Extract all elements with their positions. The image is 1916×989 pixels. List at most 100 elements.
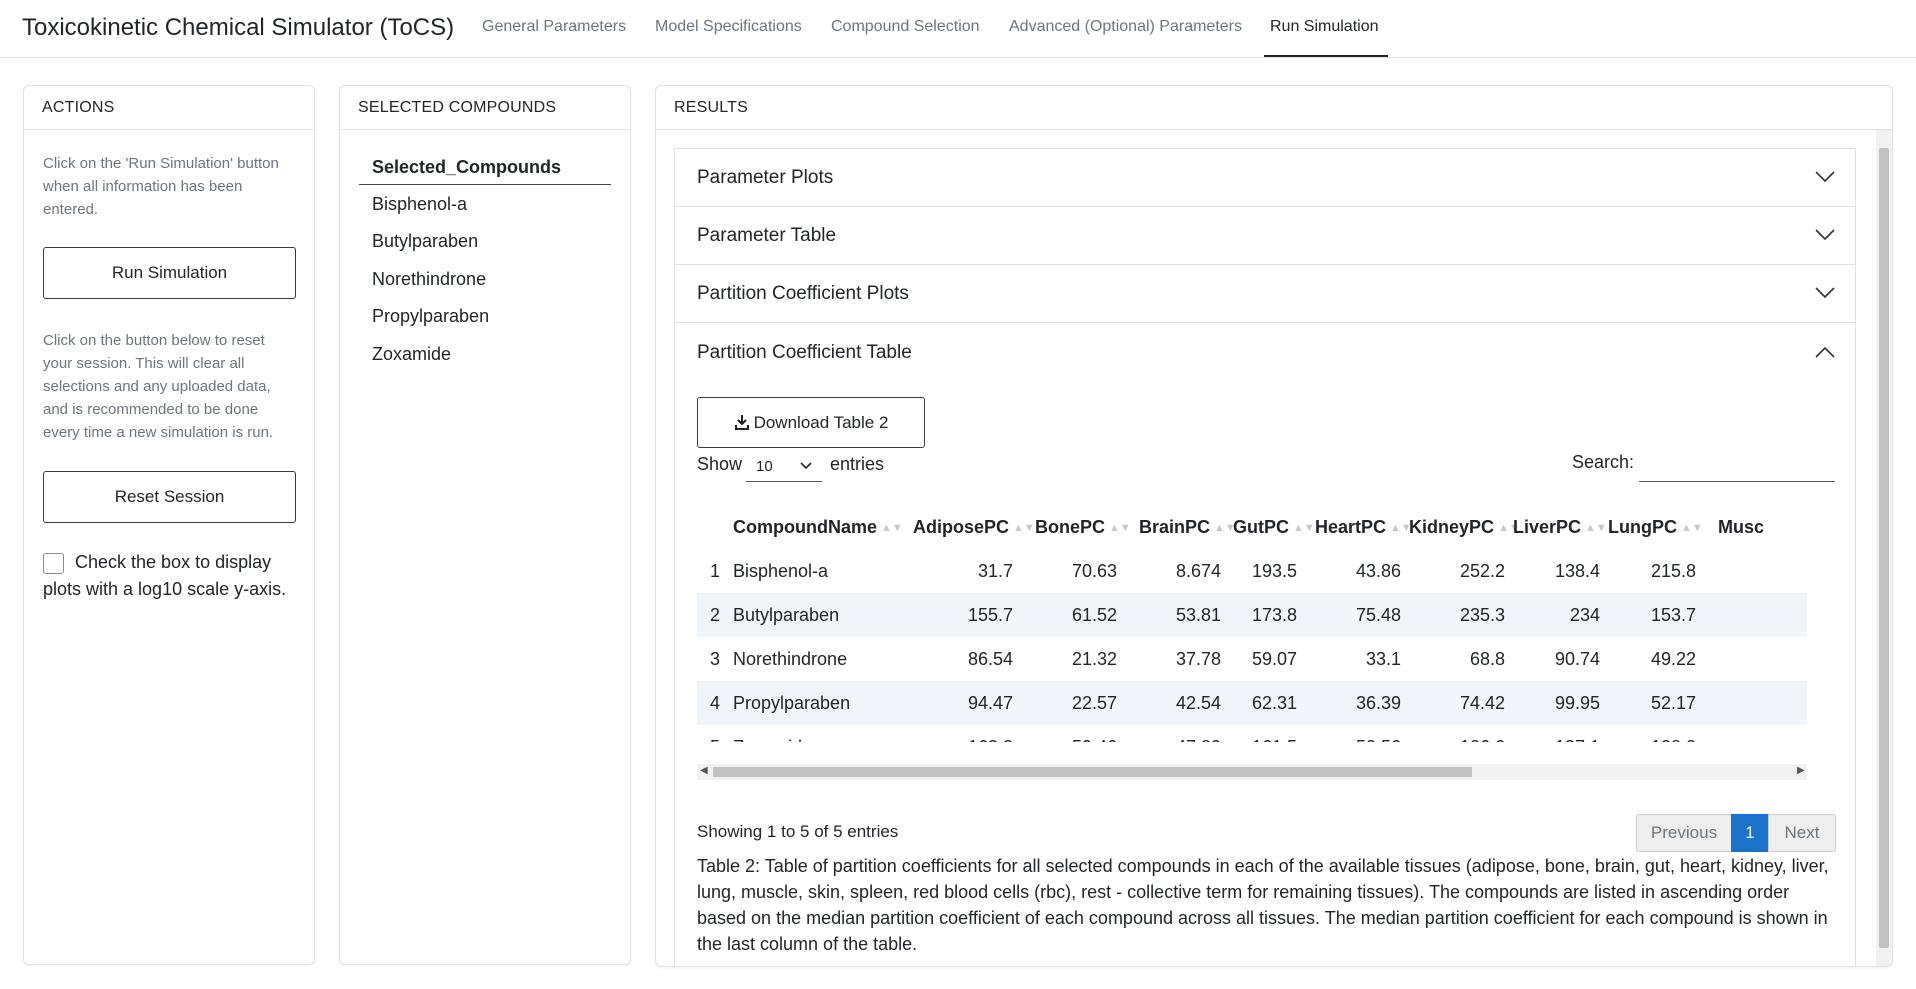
- table-cell: 37.78: [1175, 648, 1221, 669]
- sort-icon: ▲▼: [1293, 522, 1315, 534]
- column-header-kidneypc[interactable]: KidneyPC ▲▼: [1405, 506, 1520, 549]
- table-cell: 47.89: [1121, 725, 1225, 743]
- tab-general-parameters[interactable]: General Parameters: [482, 18, 626, 36]
- table-cell: 53.81: [1121, 593, 1225, 637]
- sort-icon: ▲▼: [881, 522, 903, 534]
- column-header-adiposepc[interactable]: AdiposePC ▲▼: [913, 506, 1035, 549]
- column-header-index: [697, 506, 733, 549]
- table-cell: 128.2: [1604, 725, 1700, 743]
- reset-session-button[interactable]: Reset Session: [43, 471, 296, 523]
- table-cell: [1700, 681, 1807, 725]
- results-card: RESULTS Parameter Plots Parameter Table …: [655, 85, 1893, 967]
- entries-label: entries: [830, 454, 885, 474]
- reset-help-text: Click on the button below to reset your …: [43, 332, 274, 441]
- download-button-label: Download Table 2: [753, 412, 889, 432]
- table-cell: 49.22: [1650, 648, 1696, 669]
- tab-compound-selection[interactable]: Compound Selection: [831, 18, 980, 36]
- table-cell: 2: [697, 593, 733, 637]
- table-row: 3 Norethindrone 86.54 21.32 37.78 59.07 …: [697, 637, 1807, 681]
- pagination-next[interactable]: Next: [1768, 814, 1836, 852]
- table-horizontal-scrollbar-thumb[interactable]: [713, 767, 1472, 777]
- search-input[interactable]: [1639, 454, 1835, 482]
- table-cell: 137.1: [1509, 725, 1604, 743]
- table-cell: Bisphenol-a: [733, 560, 829, 581]
- list-item: Propylparaben: [372, 306, 490, 326]
- run-help-text: Click on the 'Run Simulation' button whe…: [43, 155, 279, 218]
- table-cell: 43.86: [1355, 560, 1401, 581]
- table-cell: 68.8: [1469, 648, 1505, 669]
- table-cell: 31.7: [977, 560, 1013, 581]
- table-cell: Zoxamide: [733, 725, 913, 743]
- app-title: Toxicokinetic Chemical Simulator (ToCS): [22, 14, 455, 41]
- tab-advanced-parameters[interactable]: Advanced (Optional) Parameters: [1009, 18, 1242, 36]
- accordion-title: Partition Coefficient Plots: [697, 283, 909, 304]
- navbar: Toxicokinetic Chemical Simulator (ToCS) …: [0, 0, 1916, 58]
- table-cell: 193.5: [1251, 560, 1297, 581]
- table-cell: 59.07: [1251, 648, 1297, 669]
- table-cell: [1700, 725, 1807, 742]
- table-cell: 53.56: [1301, 725, 1405, 743]
- tab-model-specifications[interactable]: Model Specifications: [655, 18, 802, 36]
- scroll-right-icon[interactable]: ▶: [1797, 765, 1805, 776]
- table-header-row: CompoundName ▲▼ AdiposePC ▲▼ BonePC ▲▼ Brai…: [697, 506, 1807, 549]
- table-cell: 59.46: [1017, 725, 1121, 743]
- table-cell: 36.39: [1301, 681, 1405, 725]
- table-cell: 5: [697, 725, 733, 743]
- table-cell: 61.52: [1017, 593, 1121, 637]
- table-cell: 75.48: [1301, 593, 1405, 637]
- scroll-left-icon[interactable]: ◀: [700, 765, 708, 776]
- accordion-partition-coefficient-table[interactable]: Partition Coefficient Table: [675, 324, 1855, 382]
- sort-icon: ▲▼: [1109, 522, 1131, 534]
- download-table-button[interactable]: Download Table 2: [697, 397, 925, 448]
- table-cell: 8.674: [1175, 560, 1221, 581]
- table-cell: 1: [709, 560, 720, 581]
- download-icon: [734, 414, 749, 430]
- column-header-gutpc[interactable]: GutPC ▲▼: [1225, 506, 1315, 549]
- actions-card: ACTIONS Click on the 'Run Simulation' bu…: [23, 85, 315, 965]
- column-header-heartpc[interactable]: HeartPC ▲▼: [1301, 506, 1412, 549]
- table-cell: 215.8: [1650, 560, 1696, 581]
- table-cell: [1700, 593, 1807, 637]
- column-header-brainpc[interactable]: BrainPC ▲▼: [1121, 506, 1236, 549]
- table-info: Showing 1 to 5 of 5 entries: [697, 822, 899, 841]
- run-simulation-button[interactable]: Run Simulation: [43, 247, 296, 299]
- chevron-up-icon: [1815, 346, 1835, 358]
- table-cell: 94.47: [913, 681, 1017, 725]
- accordion-partition-coefficient-plots[interactable]: Partition Coefficient Plots: [675, 265, 1855, 323]
- column-header-musclepc[interactable]: Musc: [1700, 506, 1807, 549]
- table-row: 4 Propylparaben 94.47 22.57 42.54 62.31 …: [697, 681, 1807, 725]
- list-item: Zoxamide: [372, 344, 452, 364]
- table-cell: 126.6: [1405, 725, 1509, 743]
- table-cell: [1700, 549, 1807, 593]
- pagination-page-1[interactable]: 1: [1731, 814, 1769, 852]
- table-cell: 173.8: [1225, 593, 1301, 637]
- tab-run-simulation[interactable]: Run Simulation: [1270, 18, 1379, 36]
- column-header-lungpc[interactable]: LungPC ▲▼: [1604, 506, 1703, 549]
- table-row: 5 Zoxamide 163.3 59.46 47.89 161.5 53.56…: [697, 725, 1807, 743]
- accordion-parameter-table[interactable]: Parameter Table: [675, 207, 1855, 265]
- pagination-previous[interactable]: Previous: [1636, 814, 1732, 852]
- chevron-down-icon: [800, 462, 812, 470]
- log-scale-checkbox-label[interactable]: Check the box to display plots with a lo…: [43, 549, 303, 603]
- list-item: Butylparaben: [372, 231, 479, 251]
- show-label: Show: [697, 454, 743, 474]
- table-cell: 62.31: [1225, 681, 1301, 725]
- accordion-parameter-plots[interactable]: Parameter Plots: [675, 149, 1855, 207]
- results-scrollbar-thumb[interactable]: [1879, 148, 1889, 948]
- table-cell: 235.3: [1405, 593, 1509, 637]
- column-header-liverpc[interactable]: LiverPC ▲▼: [1509, 506, 1607, 549]
- table-cell: 90.74: [1554, 648, 1600, 669]
- selected-compounds-header: SELECTED COMPOUNDS: [340, 86, 630, 130]
- selected-compounds-card: SELECTED COMPOUNDS Selected_Compounds Bi…: [339, 85, 631, 965]
- table-cell: 74.42: [1405, 681, 1509, 725]
- chevron-down-icon: [1815, 229, 1835, 241]
- table-cell: 52.17: [1604, 681, 1700, 725]
- accordion-title: Parameter Plots: [697, 167, 834, 188]
- table-cell: 3: [709, 648, 720, 669]
- column-header-compoundname[interactable]: CompoundName ▲▼: [733, 506, 913, 549]
- table-cell: 99.95: [1509, 681, 1604, 725]
- table-row: 1 Bisphenol-a 31.7 70.63 8.674 193.5 43.…: [697, 549, 1807, 593]
- table-cell: 161.5: [1225, 725, 1301, 743]
- page-length-select[interactable]: 10: [746, 452, 822, 482]
- table-cell: 252.2: [1459, 560, 1505, 581]
